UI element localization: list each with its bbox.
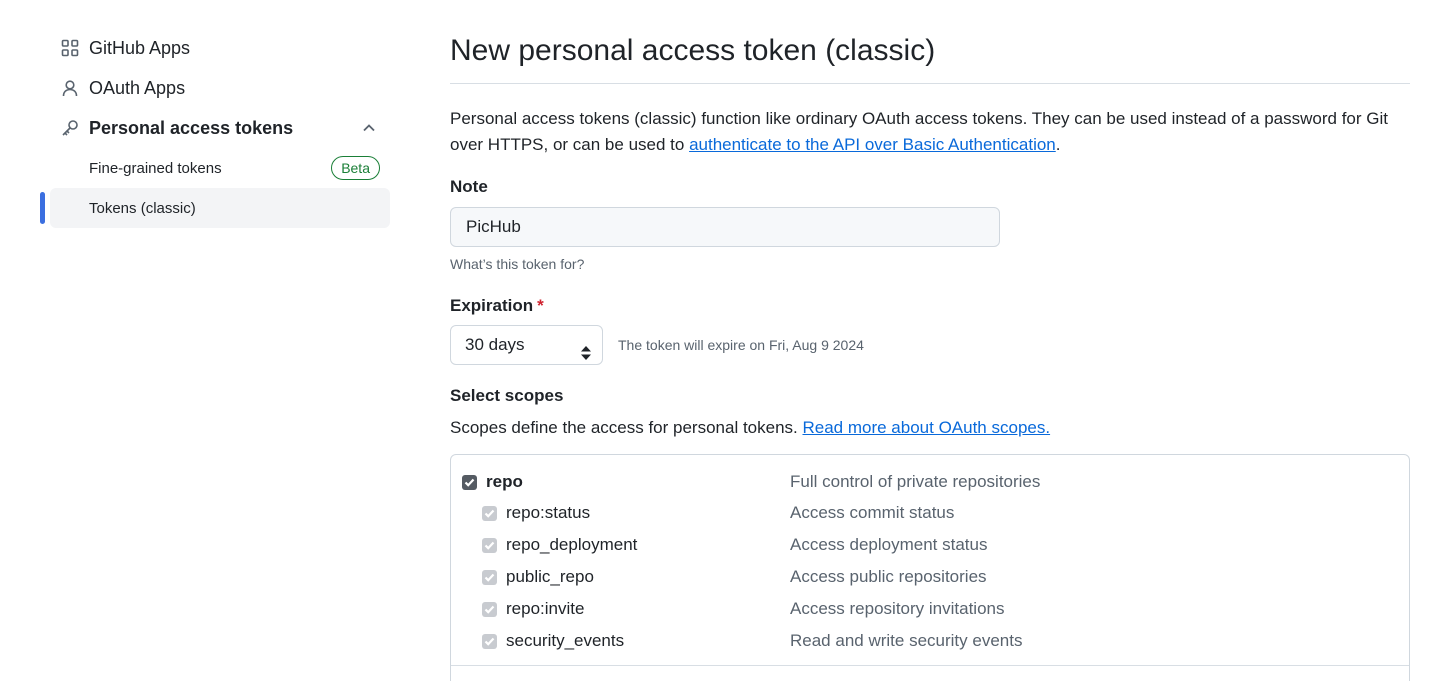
scopes-description: Scopes define the access for personal to… xyxy=(450,418,1410,438)
scope-row-repo-invite[interactable]: repo:invite Access repository invitation… xyxy=(451,597,1409,621)
scope-name: repo:status xyxy=(506,503,591,522)
repo-deployment-checkbox[interactable] xyxy=(482,537,497,553)
beta-badge: Beta xyxy=(331,156,380,180)
sidebar-subitem-fine-grained-tokens[interactable]: Fine-grained tokens Beta xyxy=(50,148,390,188)
check-icon xyxy=(484,541,495,550)
scope-description: Access public repositories xyxy=(790,567,987,586)
sidebar-item-github-apps[interactable]: GitHub Apps xyxy=(40,28,390,68)
scopes-description-text: Scopes define the access for personal to… xyxy=(450,418,803,437)
scope-name: public_repo xyxy=(506,567,594,586)
title-divider xyxy=(450,83,1410,84)
apps-grid-icon xyxy=(60,38,80,58)
scope-name: repo_deployment xyxy=(506,535,638,554)
public-repo-checkbox[interactable] xyxy=(482,569,497,585)
sidebar-item-label: GitHub Apps xyxy=(89,37,191,58)
scope-description: Full control of private repositories xyxy=(790,472,1041,491)
active-indicator xyxy=(40,192,45,224)
main-content: New personal access token (classic) Pers… xyxy=(450,28,1410,681)
sidebar-item-label: Personal access tokens xyxy=(89,117,294,138)
scope-row-repo-status[interactable]: repo:status Access commit status xyxy=(451,501,1409,525)
repo-checkbox[interactable] xyxy=(462,474,477,490)
scopes-label: Select scopes xyxy=(450,386,564,405)
note-label: Note xyxy=(450,177,488,196)
select-arrows-icon xyxy=(580,337,592,360)
expiration-label-text: Expiration xyxy=(450,296,534,315)
sidebar-subitem-tokens-classic[interactable]: Tokens (classic) xyxy=(40,188,390,228)
scope-name: security_events xyxy=(506,631,625,650)
basic-auth-link[interactable]: authenticate to the API over Basic Authe… xyxy=(689,135,1056,154)
check-icon xyxy=(484,573,495,582)
scope-row-repo-deployment[interactable]: repo_deployment Access deployment status xyxy=(451,533,1409,557)
settings-sidebar: GitHub Apps OAuth Apps Personal access t… xyxy=(40,28,390,228)
check-icon xyxy=(484,509,495,518)
repo-invite-checkbox[interactable] xyxy=(482,601,497,617)
check-icon xyxy=(484,637,495,646)
person-icon xyxy=(60,78,80,98)
expiration-selected-value: 30 days xyxy=(465,335,525,354)
note-input[interactable]: PicHub xyxy=(450,207,1000,247)
scopes-list: repo Full control of private repositorie… xyxy=(450,454,1410,681)
scope-row-public-repo[interactable]: public_repo Access public repositories xyxy=(451,565,1409,589)
sidebar-item-personal-access-tokens[interactable]: Personal access tokens xyxy=(40,108,390,148)
expiration-select[interactable]: 30 days xyxy=(450,325,603,365)
expiration-note: The token will expire on Fri, Aug 9 2024 xyxy=(618,337,864,353)
scope-name: repo:invite xyxy=(506,599,585,618)
check-icon xyxy=(484,605,495,614)
sidebar-subitem-label: Fine-grained tokens xyxy=(89,159,222,177)
sidebar-item-oauth-apps[interactable]: OAuth Apps xyxy=(40,68,390,108)
scope-description: Read and write security events xyxy=(790,631,1023,650)
sidebar-subitem-label: Tokens (classic) xyxy=(89,199,196,217)
scope-group-divider xyxy=(451,665,1409,666)
note-hint: What’s this token for? xyxy=(450,256,585,272)
expiration-row: 30 days The token will expire on Fri, Au… xyxy=(450,325,1410,365)
scope-row-security-events[interactable]: security_events Read and write security … xyxy=(451,629,1409,653)
scope-description: Access repository invitations xyxy=(790,599,1005,618)
security-events-checkbox[interactable] xyxy=(482,633,497,649)
scope-row-repo[interactable]: repo Full control of private repositorie… xyxy=(451,470,1409,494)
required-mark: * xyxy=(537,296,544,315)
oauth-scopes-link[interactable]: Read more about OAuth scopes. xyxy=(802,418,1050,437)
page: GitHub Apps OAuth Apps Personal access t… xyxy=(0,0,1450,681)
check-icon xyxy=(464,478,475,487)
scope-description: Access commit status xyxy=(790,503,955,522)
expiration-label: Expiration * xyxy=(450,296,1410,316)
sidebar-item-label: OAuth Apps xyxy=(89,77,186,98)
repo-status-checkbox[interactable] xyxy=(482,505,497,521)
page-title: New personal access token (classic) xyxy=(450,34,936,67)
scope-description: Access deployment status xyxy=(790,535,988,554)
chevron-up-icon[interactable] xyxy=(360,119,378,137)
intro-end: . xyxy=(1055,135,1061,154)
intro-paragraph: Personal access tokens (classic) functio… xyxy=(450,106,1410,158)
scope-name: repo xyxy=(486,472,523,491)
key-icon xyxy=(60,118,80,138)
